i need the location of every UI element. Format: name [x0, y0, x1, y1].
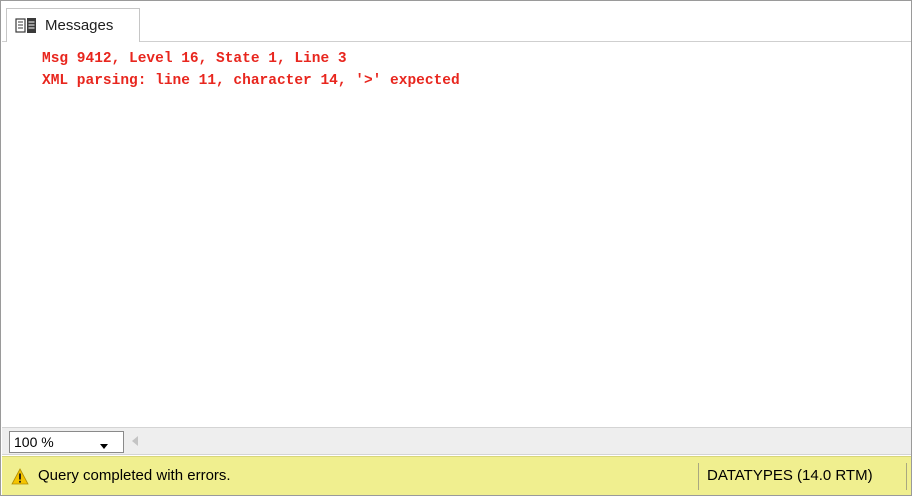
status-server: DATATYPES (14.0 RTM) [707, 467, 873, 484]
results-tabstrip: Messages [2, 2, 911, 43]
zoom-scroll-bar: 100 % [2, 427, 911, 455]
tab-messages-label: Messages [45, 17, 114, 34]
messages-icon [15, 17, 37, 35]
chevron-down-icon[interactable] [99, 438, 109, 449]
status-message: Query completed with errors. [38, 467, 231, 484]
horizontal-scrollbar[interactable] [144, 430, 910, 452]
zoom-select[interactable]: 100 % [9, 431, 124, 453]
warning-icon [11, 468, 29, 485]
results-pane: Messages Msg 9412, Level 16, State 1, Li… [0, 0, 912, 496]
zoom-value: 100 % [14, 434, 54, 450]
status-divider [906, 463, 907, 490]
message-line: XML parsing: line 11, character 14, '>' … [42, 73, 460, 89]
scroll-left-icon[interactable] [130, 434, 140, 448]
status-bar: Query completed with errors. DATATYPES (… [2, 456, 911, 495]
tab-messages[interactable]: Messages [6, 8, 140, 43]
message-line: Msg 9412, Level 16, State 1, Line 3 [42, 51, 347, 67]
messages-output: Msg 9412, Level 16, State 1, Line 3 XML … [2, 42, 911, 427]
status-divider [698, 463, 699, 490]
